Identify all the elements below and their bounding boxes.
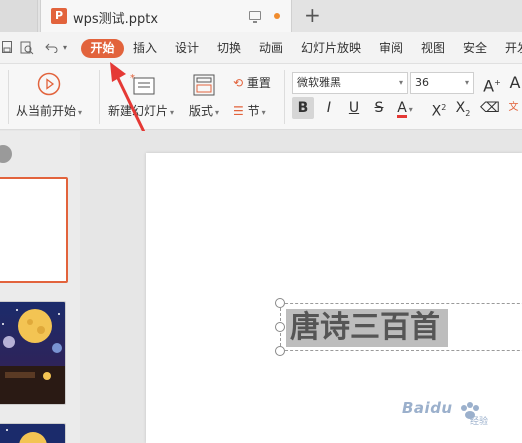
slide-thumbnail-3[interactable] (0, 423, 66, 443)
slide-thumbnail-2[interactable] (0, 301, 66, 405)
presentation-icon: P (51, 8, 67, 24)
menu-tab-transition[interactable]: 切换 (217, 41, 241, 55)
menu-bar: ▾ 开始 插入 设计 切换 动画 幻灯片放映 审阅 视图 安全 开发 (0, 32, 522, 64)
bold-icon[interactable]: B (292, 97, 314, 119)
layout-button[interactable]: 版式 ▾ (189, 102, 219, 119)
play-from-current-label: 从当前开始 (16, 104, 77, 118)
chevron-down-icon: ▾ (261, 108, 266, 117)
section-button[interactable]: ☰ 节 ▾ (233, 102, 266, 119)
font-family-value: 微软雅黑 (297, 76, 341, 89)
menu-tab-insert[interactable]: 插入 (133, 41, 157, 55)
resize-handle-top-left[interactable] (275, 298, 285, 308)
menu-tab-start[interactable]: 开始 (81, 39, 124, 58)
chevron-down-icon: ▾ (78, 108, 83, 117)
menu-tab-review[interactable]: 审阅 (379, 41, 403, 55)
watermark-text: Baidu (402, 399, 453, 417)
slide-thumbnail-1[interactable] (0, 177, 68, 283)
increase-font-size-icon[interactable]: A+ (481, 72, 503, 95)
moon-scene-image (0, 302, 65, 404)
section-icon: ☰ (233, 104, 244, 118)
resize-handle-bottom-left[interactable] (275, 346, 285, 356)
undo-icon[interactable] (45, 41, 59, 56)
menu-tab-developer[interactable]: 开发 (505, 41, 522, 55)
play-from-current-button[interactable]: 从当前开始 ▾ (16, 102, 82, 119)
subscript-icon[interactable]: X2 (452, 97, 474, 119)
tab-document[interactable]: P wps测试.pptx (40, 0, 292, 32)
save-icon[interactable] (2, 41, 12, 56)
tab-title: wps测试.pptx (73, 12, 159, 27)
section-label: 节 (247, 104, 260, 118)
panel-toggle-icon[interactable] (0, 145, 12, 163)
tab-previous[interactable] (0, 0, 38, 32)
slide-title-text[interactable]: 唐诗三百首 (286, 309, 448, 347)
menu-tab-animation[interactable]: 动画 (259, 41, 283, 55)
strikethrough-icon[interactable]: S (368, 97, 390, 119)
layout-label: 版式 (189, 104, 214, 118)
resize-handle-left[interactable] (275, 322, 285, 332)
ribbon-divider (8, 70, 9, 124)
font-family-select[interactable]: 微软雅黑 ▾ (292, 72, 408, 94)
menu-tab-slideshow[interactable]: 幻灯片放映 (301, 41, 361, 55)
unsaved-indicator-icon (274, 13, 280, 19)
menu-tab-design[interactable]: 设计 (175, 41, 199, 55)
ribbon-divider (284, 70, 285, 124)
ribbon-toolbar: 从当前开始 ▾ * 新建幻灯片 ▾ 版式 ▾ ⟲ 重置 ☰ 节 ▾ 微软雅黑 ▾ 36 … (0, 64, 522, 130)
slide-canvas-area: 唐诗三百首 (80, 131, 522, 443)
decrease-font-size-icon[interactable]: A (508, 72, 522, 94)
clear-formatting-eraser-icon[interactable]: ⌫ (479, 97, 501, 119)
layout-icon[interactable] (192, 73, 216, 100)
watermark-subtext: 经验 (470, 417, 489, 427)
monitor-icon[interactable] (249, 11, 261, 23)
font-size-value: 36 (415, 76, 429, 89)
print-preview-icon[interactable] (20, 41, 34, 58)
slide-thumbnail-panel (0, 131, 80, 443)
ribbon-divider (99, 70, 100, 124)
chevron-down-icon: ▾ (464, 78, 469, 87)
chevron-down-icon: ▾ (215, 108, 220, 117)
reset-button[interactable]: ⟲ 重置 (233, 74, 271, 91)
moon-scene-image (0, 424, 65, 443)
menu-tab-security[interactable]: 安全 (463, 41, 487, 55)
reset-icon: ⟲ (233, 76, 244, 90)
chevron-down-icon: ▾ (170, 108, 175, 117)
annotation-arrow (110, 62, 146, 133)
font-color-icon[interactable]: A ▾ (394, 97, 416, 119)
underline-icon[interactable]: U (343, 97, 365, 119)
title-bar: P wps测试.pptx + (0, 0, 522, 32)
undo-dropdown-chevron-down-icon[interactable]: ▾ (63, 41, 67, 55)
phonetic-guide-icon[interactable]: 文 (505, 97, 522, 119)
new-tab-plus-icon[interactable]: + (304, 3, 321, 27)
italic-icon[interactable]: I (318, 97, 340, 119)
menu-tab-view[interactable]: 视图 (421, 41, 445, 55)
play-icon[interactable] (37, 72, 61, 99)
reset-label: 重置 (246, 76, 271, 90)
superscript-icon[interactable]: X2 (428, 97, 450, 120)
chevron-down-icon: ▾ (398, 78, 403, 87)
font-size-select[interactable]: 36 ▾ (410, 72, 474, 94)
